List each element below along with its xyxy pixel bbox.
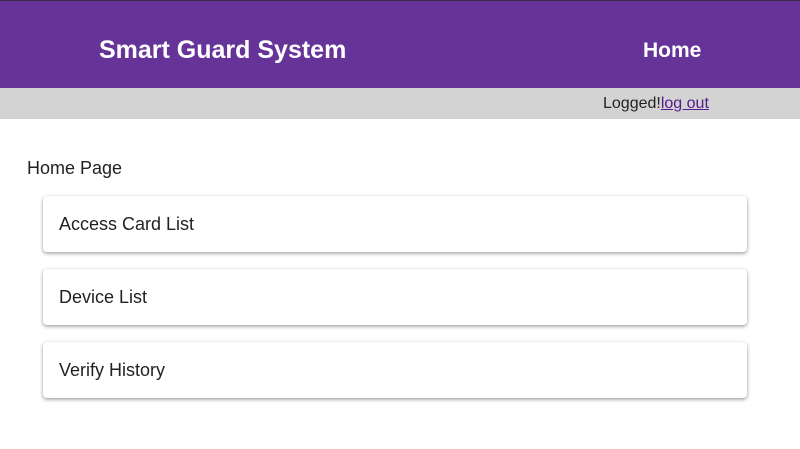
menu-card-label: Device List: [59, 287, 148, 307]
menu-card-label: Access Card List: [59, 214, 195, 234]
page-title: Home Page: [27, 158, 123, 178]
menu-card-device-list[interactable]: Device List: [43, 269, 747, 325]
logout-link[interactable]: log out: [661, 95, 709, 112]
menu-card-verify-history[interactable]: Verify History: [43, 342, 747, 398]
app-title: Smart Guard System: [99, 36, 347, 64]
login-status: Logged!log out: [603, 94, 709, 114]
menu-card-access-card-list[interactable]: Access Card List: [43, 196, 747, 252]
app-header: Smart Guard System Home: [0, 1, 800, 88]
nav-home-link[interactable]: Home: [643, 38, 701, 64]
login-status-bar: Logged!log out: [0, 88, 800, 119]
menu-card-label: Verify History: [59, 360, 166, 380]
logged-status-text: Logged!: [603, 95, 661, 112]
